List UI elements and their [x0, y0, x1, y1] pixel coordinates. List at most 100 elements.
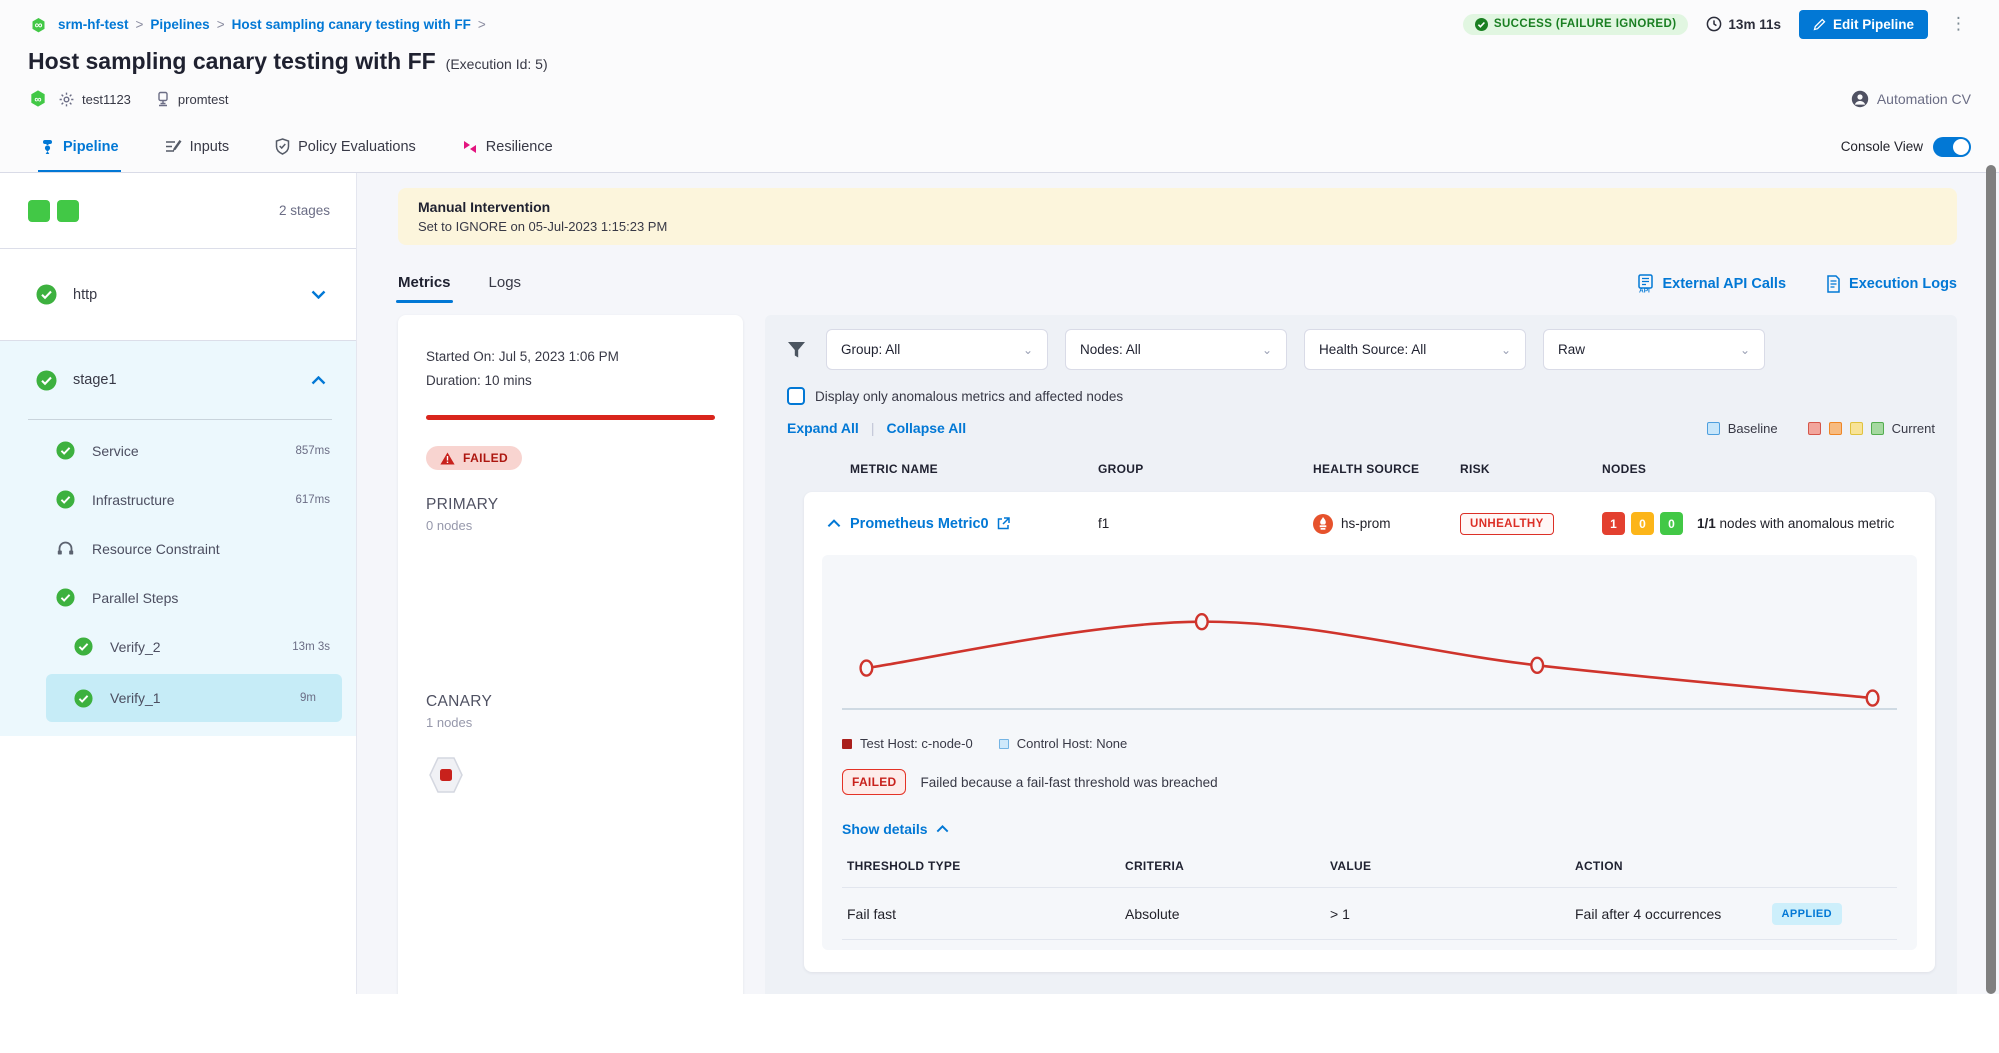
metric-detail-panel: Test Host: c-node-0 Control Host: None F… — [822, 555, 1917, 950]
sidebar-stage-http[interactable]: http — [0, 249, 356, 341]
chevron-up-icon — [936, 825, 949, 833]
threshold-table-row: Fail fast Absolute > 1 Fail after 4 occu… — [842, 888, 1897, 940]
warning-node-count-badge: 0 — [1631, 512, 1654, 535]
anomalous-node-count-badge: 1 — [1602, 512, 1625, 535]
breadcrumb: ∞ srm-hf-test > Pipelines > Host samplin… — [28, 10, 1971, 38]
nodes-summary: 1/1 nodes with anomalous metric — [1697, 516, 1894, 531]
scrollbar-thumb[interactable] — [1986, 173, 1996, 994]
data-mode-select[interactable]: Raw⌄ — [1543, 329, 1765, 370]
success-check-icon — [74, 637, 93, 656]
nodes-cell: 1 0 0 1/1 nodes with anomalous metric — [1602, 512, 1935, 535]
stage1-section: stage1 Service 857ms Infrastructure 617m… — [0, 341, 356, 736]
metric-row: Prometheus Metric0 f1 hs-prom — [804, 492, 1935, 549]
svg-text:∞: ∞ — [35, 19, 43, 31]
sidebar-step-verify-1[interactable]: Verify_1 9m — [46, 674, 342, 722]
elapsed-time: 13m 11s — [1706, 16, 1781, 32]
metrics-panel: Group: All⌄ Nodes: All⌄ Health Source: A… — [765, 315, 1957, 994]
anomalous-only-label: Display only anomalous metrics and affec… — [815, 389, 1123, 404]
applied-badge: APPLIED — [1772, 903, 1842, 925]
stage-square-icon[interactable] — [57, 200, 79, 222]
service-tag[interactable]: test1123 — [58, 91, 131, 108]
tab-policy-evaluations[interactable]: Policy Evaluations — [273, 121, 418, 172]
verification-duration: Duration: 10 mins — [426, 369, 715, 393]
harness-logo-icon: ∞ — [28, 14, 49, 35]
execution-logs-link[interactable]: Execution Logs — [1826, 275, 1957, 293]
sidebar-step-verify-2[interactable]: Verify_2 13m 3s — [0, 622, 356, 671]
host-legend: Test Host: c-node-0 Control Host: None — [842, 736, 1897, 751]
current-yellow-swatch — [1850, 422, 1863, 435]
edit-pipeline-button[interactable]: Edit Pipeline — [1799, 10, 1928, 39]
metric-group: f1 — [1098, 516, 1313, 531]
filter-funnel-icon[interactable] — [787, 341, 806, 359]
chevron-down-icon: ⌄ — [1262, 343, 1272, 357]
more-options-icon[interactable]: ⋮ — [1946, 14, 1971, 34]
external-link-icon — [997, 517, 1010, 530]
group-filter-select[interactable]: Group: All⌄ — [826, 329, 1048, 370]
healthy-node-count-badge: 0 — [1660, 512, 1683, 535]
success-check-icon — [36, 284, 57, 305]
external-api-calls-link[interactable]: API External API Calls — [1637, 274, 1786, 293]
vertical-scrollbar[interactable] — [1986, 173, 1996, 994]
control-host-swatch — [999, 739, 1009, 749]
triggered-by-user: Automation CV — [1851, 90, 1971, 108]
pipeline-icon — [40, 139, 55, 155]
tab-metrics[interactable]: Metrics — [398, 274, 451, 303]
pencil-icon — [1813, 18, 1826, 31]
page-header: ∞ srm-hf-test > Pipelines > Host samplin… — [0, 0, 1999, 121]
metric-name-link[interactable]: Prometheus Metric0 — [850, 516, 1098, 532]
harness-module-icon: ∞ — [28, 89, 48, 109]
canary-node-count: 1 nodes — [426, 715, 715, 730]
tab-logs[interactable]: Logs — [489, 274, 522, 303]
breadcrumb-pipelines[interactable]: Pipelines — [150, 17, 209, 32]
primary-group-label: PRIMARY — [426, 496, 715, 514]
tab-resilience[interactable]: Resilience — [460, 121, 555, 172]
step-details-panel: Manual Intervention Set to IGNORE on 05-… — [357, 173, 1999, 994]
sidebar-step-resource-constraint[interactable]: Resource Constraint — [0, 524, 356, 573]
user-icon — [1851, 90, 1869, 108]
verification-summary-card: Started On: Jul 5, 2023 1:06 PM Duration… — [398, 315, 743, 994]
chevron-down-icon: ⌄ — [1501, 343, 1511, 357]
anomalous-only-checkbox[interactable] — [787, 387, 805, 405]
success-check-icon — [56, 490, 75, 509]
sidebar-step-infrastructure[interactable]: Infrastructure 617ms — [0, 475, 356, 524]
chevron-up-icon[interactable] — [311, 376, 326, 385]
show-details-link[interactable]: Show details — [842, 821, 1897, 837]
warning-triangle-icon — [440, 452, 455, 465]
tab-inputs[interactable]: Inputs — [163, 121, 232, 172]
chevron-down-icon[interactable] — [311, 290, 326, 299]
metric-line-chart[interactable] — [842, 571, 1897, 721]
console-view-toggle[interactable] — [1933, 137, 1971, 157]
tab-pipeline[interactable]: Pipeline — [38, 121, 121, 172]
api-document-icon: API — [1637, 274, 1654, 293]
collapse-chevron-up-icon[interactable] — [818, 519, 850, 528]
breadcrumb-project[interactable]: srm-hf-test — [58, 17, 129, 32]
failure-reason-row: FAILED Failed because a fail-fast thresh… — [842, 769, 1897, 795]
resilience-chaos-icon — [462, 139, 478, 155]
divider — [28, 419, 332, 420]
check-circle-icon — [1475, 18, 1488, 31]
collapse-all-link[interactable]: Collapse All — [886, 420, 966, 436]
verification-failed-badge: FAILED — [426, 446, 522, 470]
stage-count-label: 2 stages — [279, 203, 330, 218]
sidebar-step-service[interactable]: Service 857ms — [0, 426, 356, 475]
stage-count-row: 2 stages — [0, 173, 356, 249]
console-view-label: Console View — [1841, 139, 1923, 154]
health-source-filter-select[interactable]: Health Source: All⌄ — [1304, 329, 1526, 370]
risk-badge: UNHEALTHY — [1460, 513, 1554, 535]
document-icon — [1826, 275, 1841, 293]
svg-text:API: API — [1639, 288, 1650, 293]
sidebar-step-parallel-steps[interactable]: Parallel Steps — [0, 573, 356, 622]
nodes-filter-select[interactable]: Nodes: All⌄ — [1065, 329, 1287, 370]
step-duration: 617ms — [295, 494, 330, 506]
stage-square-icon[interactable] — [28, 200, 50, 222]
canary-group-label: CANARY — [426, 693, 715, 711]
resource-constraint-icon — [56, 539, 75, 558]
sidebar-stage-stage1[interactable]: stage1 — [0, 341, 356, 419]
breadcrumb-pipeline-name[interactable]: Host sampling canary testing with FF — [232, 17, 471, 32]
expand-all-link[interactable]: Expand All — [787, 420, 859, 436]
success-check-icon — [56, 441, 75, 460]
current-green-swatch — [1871, 422, 1884, 435]
threshold-table: THRESHOLD TYPE CRITERIA VALUE ACTION Fai… — [842, 859, 1897, 940]
canary-node-hexagon-icon[interactable] — [426, 756, 466, 794]
environment-tag[interactable]: promtest — [155, 91, 229, 107]
